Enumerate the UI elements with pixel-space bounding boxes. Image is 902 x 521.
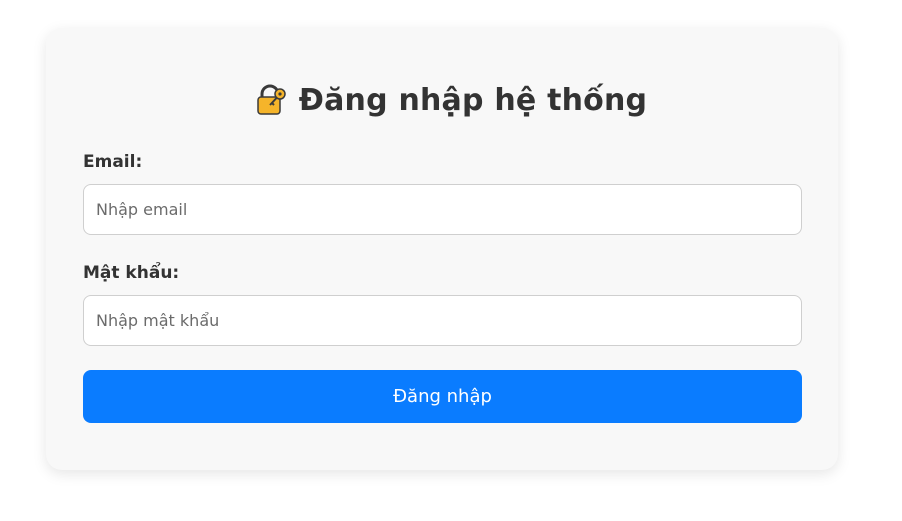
locked-with-key-icon — [255, 83, 289, 117]
page-title: Đăng nhập hệ thống — [0, 78, 902, 122]
email-label: Email: — [83, 152, 143, 172]
login-button[interactable]: Đăng nhập — [83, 370, 802, 423]
password-label: Mật khẩu: — [83, 263, 180, 283]
email-field[interactable] — [83, 184, 802, 235]
page-title-text: Đăng nhập hệ thống — [298, 82, 648, 118]
password-field[interactable] — [83, 295, 802, 346]
